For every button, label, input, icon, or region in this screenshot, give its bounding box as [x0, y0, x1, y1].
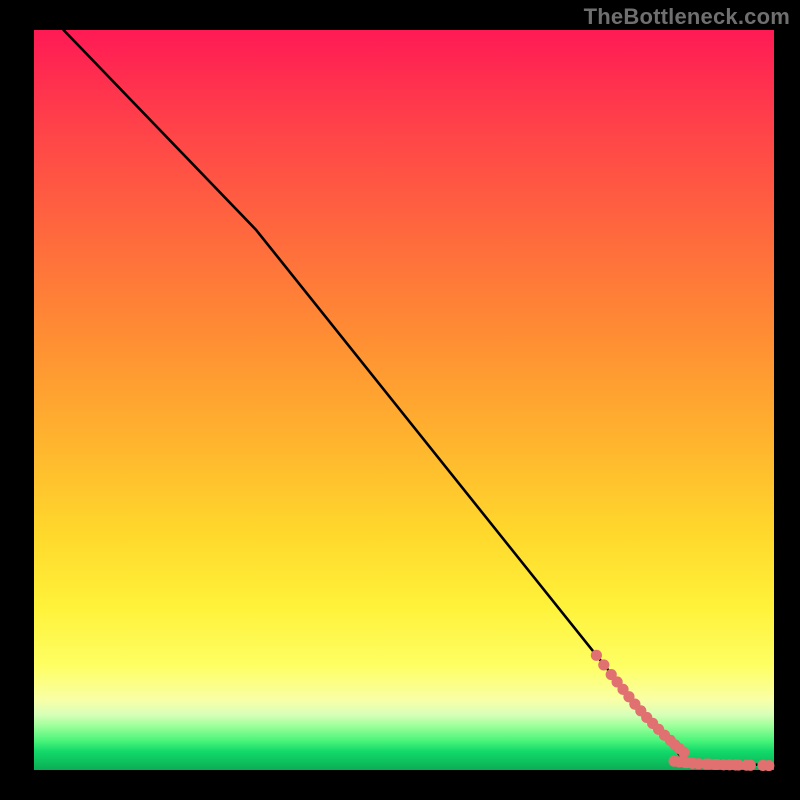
series-points-upper-segment — [591, 650, 690, 758]
chart-svg — [34, 30, 774, 770]
plot-area — [34, 30, 774, 770]
watermark-text: TheBottleneck.com — [584, 4, 790, 30]
chart-frame: TheBottleneck.com — [0, 0, 800, 800]
series-points-bottom-cluster — [669, 756, 775, 772]
series-curve — [64, 30, 774, 766]
data-point — [745, 760, 756, 771]
data-point — [678, 747, 689, 758]
data-point — [763, 760, 774, 771]
data-point — [591, 650, 602, 661]
data-point — [598, 659, 609, 670]
